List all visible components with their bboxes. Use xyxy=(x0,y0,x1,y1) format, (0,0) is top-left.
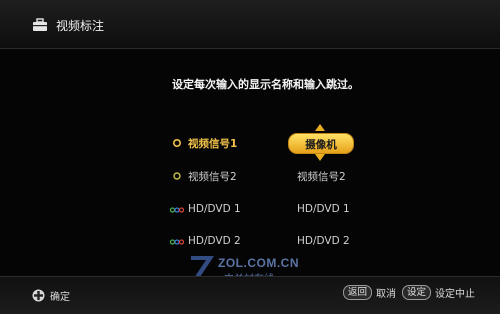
input-value: HD/DVD 1 xyxy=(297,203,350,215)
footer-bar: 确定 返回 取消 设定 设定中止 xyxy=(0,276,500,314)
cancel-label: 取消 xyxy=(376,289,397,300)
setup-key-button[interactable]: 设定 xyxy=(402,285,432,300)
list-item-video2[interactable]: 视频信号2 视频信号2 xyxy=(0,166,500,186)
component-input-icon xyxy=(170,207,184,213)
video-input-icon xyxy=(173,172,181,180)
confirm-hint: 确定 xyxy=(32,288,70,303)
list-item-video1[interactable]: 视频信号1 xyxy=(0,133,500,153)
toolbox-icon xyxy=(33,18,47,31)
input-label: HD/DVD 2 xyxy=(188,235,241,247)
key-hints: 返回 取消 设定 设定中止 xyxy=(343,285,481,300)
label-selector[interactable]: 摄像机 xyxy=(288,133,354,154)
video-input-icon xyxy=(172,138,182,148)
instruction-text: 设定每次输入的显示名称和输入跳过。 xyxy=(172,78,359,91)
up-arrow-icon[interactable] xyxy=(315,124,325,131)
list-item-hddvd2[interactable]: HD/DVD 2 HD/DVD 2 xyxy=(0,232,500,252)
back-key-button[interactable]: 返回 xyxy=(343,285,373,300)
down-arrow-icon[interactable] xyxy=(315,154,325,161)
selected-label-value: 摄像机 xyxy=(305,139,337,151)
confirm-label: 确定 xyxy=(50,292,70,303)
video-label-screen: 视频标注 设定每次输入的显示名称和输入跳过。 视频信号1 摄像机 视频信号2 视… xyxy=(0,0,500,314)
input-value: 视频信号2 xyxy=(297,171,346,183)
input-label: 视频信号1 xyxy=(188,138,238,150)
component-input-icon xyxy=(170,239,184,245)
list-item-hddvd1[interactable]: HD/DVD 1 HD/DVD 1 xyxy=(0,200,500,220)
watermark-text-en: ZOL.COM.CN xyxy=(218,256,299,270)
dpad-icon xyxy=(32,289,45,302)
setup-abort-label: 设定中止 xyxy=(435,289,476,300)
input-value: HD/DVD 2 xyxy=(297,235,350,247)
input-label: HD/DVD 1 xyxy=(188,203,241,215)
page-title: 视频标注 xyxy=(56,18,105,33)
title-group: 视频标注 xyxy=(32,17,104,33)
input-label: 视频信号2 xyxy=(188,171,237,183)
title-bar: 视频标注 xyxy=(0,0,500,49)
